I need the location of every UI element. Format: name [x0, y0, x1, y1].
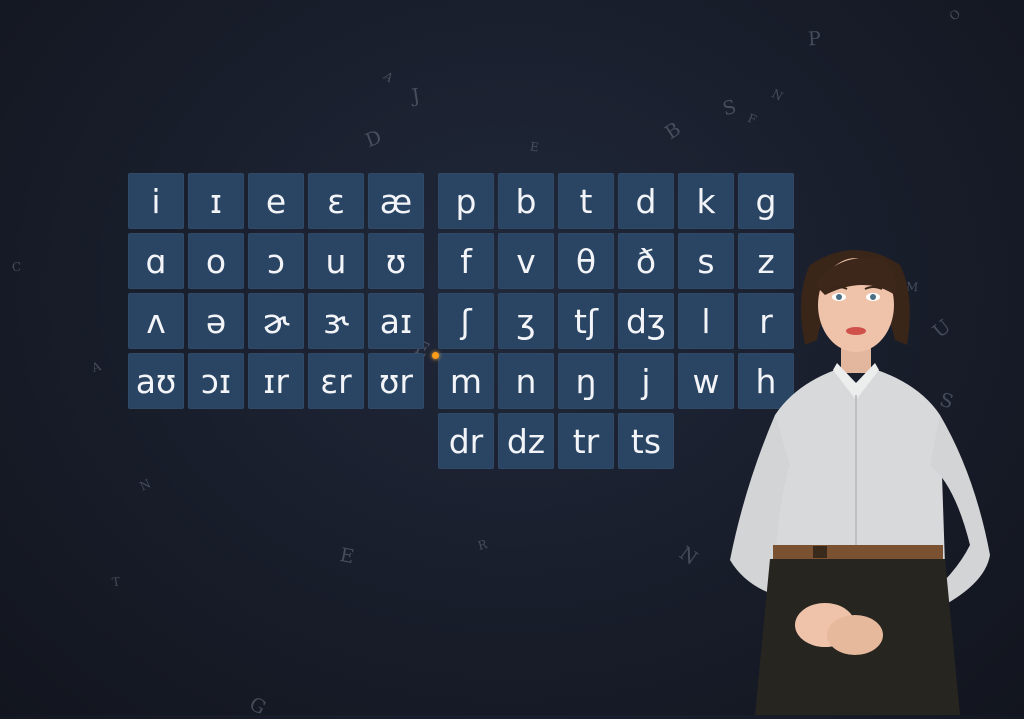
vowel-key[interactable]: ɪr — [248, 353, 304, 409]
background-letter: T — [111, 574, 121, 590]
consonant-key[interactable]: dʒ — [618, 293, 674, 349]
background-letter: O — [946, 6, 964, 24]
vowel-key[interactable]: ɑ — [128, 233, 184, 289]
vowel-key[interactable]: ə — [188, 293, 244, 349]
background-letter: A — [89, 358, 103, 376]
consonant-key[interactable]: ŋ — [558, 353, 614, 409]
vowel-keypad: i ɪ e ɛ æ ɑ o ɔ u ʊ ʌ ə ɚ ɝ aɪ aʊ ɔɪ ɪr ɛr ʊr — [128, 173, 424, 409]
background-letter: N — [137, 476, 154, 494]
background-letter: S — [720, 95, 739, 121]
vowel-key[interactable]: ʊ — [368, 233, 424, 289]
vowel-key[interactable]: ɪ — [188, 173, 244, 229]
teacher-avatar — [730, 250, 990, 715]
vowel-key[interactable]: ɚ — [248, 293, 304, 349]
consonant-key[interactable]: tʃ — [558, 293, 614, 349]
background-letter: N — [675, 542, 702, 570]
vowel-key[interactable]: æ — [368, 173, 424, 229]
consonant-key[interactable]: d — [618, 173, 674, 229]
vowel-key[interactable]: ɔɪ — [188, 353, 244, 409]
consonant-key[interactable]: m — [438, 353, 494, 409]
consonant-key[interactable]: dr — [438, 413, 494, 469]
background-letter: G — [245, 692, 270, 719]
consonant-key[interactable]: tr — [558, 413, 614, 469]
consonant-key[interactable]: g — [738, 173, 794, 229]
consonant-key[interactable]: v — [498, 233, 554, 289]
consonant-key[interactable]: t — [558, 173, 614, 229]
consonant-key[interactable]: dz — [498, 413, 554, 469]
vowel-key[interactable]: e — [248, 173, 304, 229]
background-letter: E — [528, 139, 540, 155]
vowel-key[interactable]: ʊr — [368, 353, 424, 409]
vowel-key[interactable]: ɝ — [308, 293, 364, 349]
background-letter: P — [807, 27, 822, 51]
consonant-key[interactable]: b — [498, 173, 554, 229]
background-letter: R — [476, 537, 489, 553]
vowel-key[interactable]: ɛ — [308, 173, 364, 229]
consonant-key[interactable]: θ — [558, 233, 614, 289]
consonant-key[interactable]: n — [498, 353, 554, 409]
consonant-key[interactable]: ð — [618, 233, 674, 289]
vowel-key[interactable]: o — [188, 233, 244, 289]
background-letter: A — [380, 68, 396, 86]
consonant-key[interactable]: ʃ — [438, 293, 494, 349]
background-letter: N — [769, 86, 786, 104]
background-letter: B — [661, 117, 685, 145]
vowel-key[interactable]: aɪ — [368, 293, 424, 349]
background-letter: F — [745, 110, 759, 128]
consonant-key[interactable]: p — [438, 173, 494, 229]
pointer-cursor — [432, 352, 439, 359]
vowel-key[interactable]: i — [128, 173, 184, 229]
vowel-key[interactable]: ɛr — [308, 353, 364, 409]
consonant-key[interactable]: f — [438, 233, 494, 289]
consonant-key[interactable]: ʒ — [498, 293, 554, 349]
background-letter: D — [362, 126, 385, 152]
background-letter: J — [410, 84, 422, 108]
consonant-key[interactable]: j — [618, 353, 674, 409]
vowel-key[interactable]: aʊ — [128, 353, 184, 409]
vowel-key[interactable]: ɔ — [248, 233, 304, 289]
vowel-key[interactable]: u — [308, 233, 364, 289]
consonant-key[interactable]: k — [678, 173, 734, 229]
background-letter: E — [338, 543, 356, 569]
vowel-key[interactable]: ʌ — [128, 293, 184, 349]
consonant-key[interactable]: ts — [618, 413, 674, 469]
background-letter: C — [11, 259, 22, 275]
